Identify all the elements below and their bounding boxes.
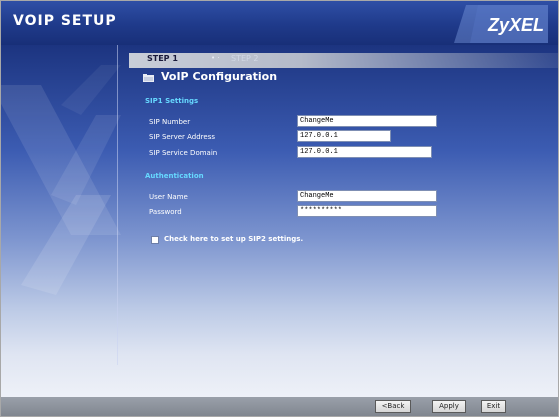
sip-service-domain-input[interactable]: 127.0.0.1 — [297, 146, 432, 158]
sip-number-input[interactable]: ChangeMe — [297, 115, 437, 127]
footer-bar: <Back Apply Exit — [1, 397, 558, 416]
step-next: STEP 2 — [231, 54, 259, 63]
step-arrow: • · — [211, 54, 220, 62]
password-label: Password — [149, 208, 182, 216]
apply-button[interactable]: Apply — [432, 400, 466, 413]
section-title: VoIP Configuration — [161, 70, 278, 83]
wizard-body: STEP 1 • · STEP 2 VoIP Configuration SIP… — [1, 45, 558, 397]
divider-line — [117, 45, 118, 365]
x-watermark-graphic — [1, 65, 121, 295]
step-indicator: STEP 1 • · STEP 2 — [129, 53, 558, 68]
exit-button[interactable]: Exit — [481, 400, 506, 413]
authentication-heading: Authentication — [145, 172, 204, 180]
sip-number-label: SIP Number — [149, 118, 191, 126]
sip-server-address-label: SIP Server Address — [149, 133, 216, 141]
header-bar: VOIP SETUP ZyXEL — [1, 1, 558, 45]
back-button[interactable]: <Back — [375, 400, 411, 413]
sip2-checkbox[interactable] — [151, 236, 159, 244]
step-current: STEP 1 — [147, 54, 178, 63]
sip1-settings-heading: SIP1 Settings — [145, 97, 199, 105]
sip-server-address-input[interactable]: 127.0.0.1 — [297, 130, 391, 142]
wizard-title: VOIP SETUP — [13, 13, 117, 29]
setup-window: VOIP SETUP ZyXEL STEP 1 • · STEP 2 VoIP … — [0, 0, 559, 417]
password-input[interactable]: ********** — [297, 205, 437, 217]
user-name-label: User Name — [149, 193, 188, 201]
logo-text: ZyXEL — [487, 15, 544, 35]
sip2-checkbox-label: Check here to set up SIP2 settings. — [164, 235, 304, 243]
folder-icon — [143, 74, 154, 82]
user-name-input[interactable]: ChangeMe — [297, 190, 437, 202]
zyxel-logo: ZyXEL — [454, 5, 548, 43]
sip-service-domain-label: SIP Service Domain — [149, 149, 218, 157]
